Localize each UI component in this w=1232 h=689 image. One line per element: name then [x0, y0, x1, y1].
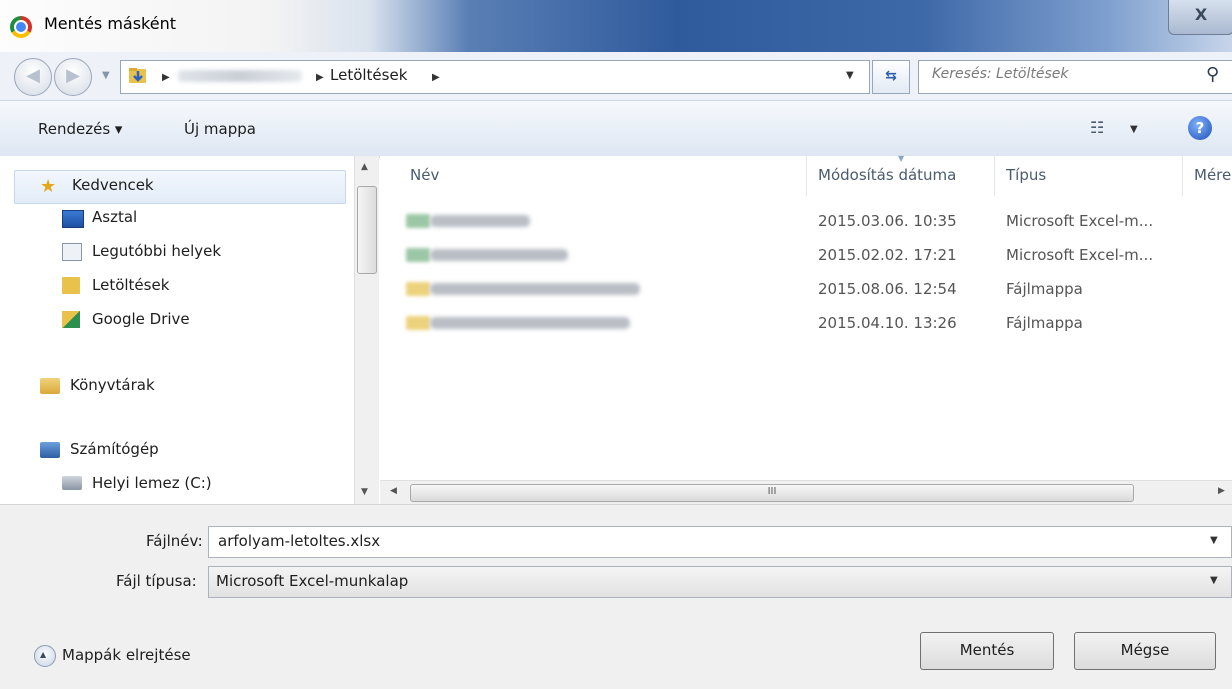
address-dropdown-icon[interactable]: ▼: [846, 70, 854, 81]
favorites-header-row[interactable]: [14, 170, 346, 204]
scroll-right-icon[interactable]: ▶: [1218, 486, 1225, 496]
horizontal-scrollbar-thumb[interactable]: III: [410, 484, 1134, 502]
hide-folders-button[interactable]: Mappák elrejtése: [62, 646, 191, 664]
file-type: Fájlmappa: [1006, 280, 1083, 298]
star-icon: ★: [40, 176, 57, 197]
sort-indicator-icon: ▼: [898, 154, 905, 163]
new-folder-button[interactable]: Új mappa: [184, 120, 256, 138]
filename-label: Fájlnév:: [146, 532, 203, 550]
view-options-icon[interactable]: ☷: [1090, 118, 1104, 137]
save-button[interactable]: Mentés: [920, 632, 1054, 670]
title-bar: [0, 0, 1232, 52]
table-row[interactable]: 2015.04.10. 13:26 Fájlmappa: [400, 310, 1190, 336]
file-type: Microsoft Excel-m...: [1006, 212, 1154, 230]
column-divider[interactable]: [1182, 156, 1183, 196]
file-date: 2015.02.02. 17:21: [818, 246, 957, 264]
back-arrow-icon: ◀: [26, 65, 40, 86]
column-header-name[interactable]: Név: [410, 166, 439, 184]
column-header-date[interactable]: Módosítás dátuma: [818, 166, 956, 184]
file-name-blurred: [430, 249, 568, 261]
scroll-up-icon[interactable]: ▲: [361, 162, 368, 172]
chevron-up-icon: ▲: [40, 650, 47, 659]
file-type: Microsoft Excel-m...: [1006, 246, 1154, 264]
help-icon[interactable]: ?: [1188, 116, 1212, 140]
recent-places-icon: [62, 243, 82, 261]
refresh-icon: ⇆: [885, 68, 897, 84]
libraries-icon: [40, 378, 60, 394]
breadcrumb-arrow-icon[interactable]: ▶: [162, 72, 170, 83]
folder-icon: [406, 316, 430, 330]
chrome-icon: [10, 16, 32, 38]
desktop-icon: [62, 210, 84, 228]
file-date: 2015.04.10. 13:26: [818, 314, 957, 332]
search-icon[interactable]: ⚲: [1206, 64, 1219, 85]
column-divider[interactable]: [806, 156, 807, 196]
column-divider[interactable]: [994, 156, 995, 196]
downloads-folder-icon: [62, 277, 80, 294]
excel-file-icon: [406, 214, 430, 228]
table-row[interactable]: 2015.03.06. 10:35 Microsoft Excel-m...: [400, 208, 1190, 234]
file-date: 2015.03.06. 10:35: [818, 212, 957, 230]
view-dropdown-icon[interactable]: ▼: [1130, 124, 1138, 135]
forward-button[interactable]: ▶: [54, 58, 92, 96]
search-placeholder: Keresés: Letöltések: [932, 66, 1069, 82]
filename-value[interactable]: arfolyam-letoltes.xlsx: [218, 532, 380, 550]
column-header-type[interactable]: Típus: [1006, 166, 1046, 184]
file-type: Fájlmappa: [1006, 314, 1083, 332]
file-name-blurred: [430, 215, 530, 227]
breadcrumb-arrow-icon[interactable]: ▶: [316, 72, 324, 83]
window-title: Mentés másként: [44, 14, 177, 33]
cancel-button[interactable]: Mégse: [1074, 632, 1216, 670]
nav-item-desktop[interactable]: Asztal: [92, 208, 137, 226]
table-row[interactable]: 2015.02.02. 17:21 Microsoft Excel-m...: [400, 242, 1190, 268]
nav-item-favorites[interactable]: Kedvencek: [72, 176, 154, 194]
breadcrumb-user-blurred[interactable]: [178, 70, 302, 82]
nav-item-computer[interactable]: Számítógép: [70, 440, 159, 458]
nav-item-libraries[interactable]: Könyvtárak: [70, 376, 155, 394]
scroll-down-icon[interactable]: ▼: [361, 487, 368, 497]
nav-item-google-drive[interactable]: Google Drive: [92, 310, 190, 328]
hard-drive-icon: [62, 476, 82, 490]
file-name-blurred: [430, 317, 630, 329]
nav-item-local-disk[interactable]: Helyi lemez (C:): [92, 474, 212, 492]
table-row[interactable]: 2015.08.06. 12:54 Fájlmappa: [400, 276, 1190, 302]
refresh-button[interactable]: ⇆: [872, 60, 910, 94]
back-button[interactable]: ◀: [14, 58, 52, 96]
breadcrumb-arrow-icon[interactable]: ▶: [432, 72, 440, 83]
downloads-folder-icon: [129, 68, 146, 83]
filetype-value[interactable]: Microsoft Excel-munkalap: [216, 572, 408, 590]
column-header-size[interactable]: Mére: [1194, 166, 1232, 184]
breadcrumb-current[interactable]: Letöltések: [330, 66, 407, 84]
filetype-dropdown-icon[interactable]: ▼: [1210, 575, 1218, 586]
filetype-label: Fájl típusa:: [116, 572, 197, 590]
nav-scrollbar-thumb[interactable]: [357, 186, 377, 274]
filename-dropdown-icon[interactable]: ▼: [1210, 535, 1218, 546]
close-button[interactable]: X: [1168, 0, 1232, 35]
computer-icon: [40, 442, 60, 458]
file-date: 2015.08.06. 12:54: [818, 280, 957, 298]
forward-arrow-icon: ▶: [66, 65, 80, 86]
nav-item-recent-places[interactable]: Legutóbbi helyek: [92, 242, 221, 260]
google-drive-icon: [62, 311, 80, 328]
file-name-blurred: [430, 283, 640, 295]
recent-pages-dropdown-icon[interactable]: ▼: [102, 70, 110, 81]
nav-item-downloads[interactable]: Letöltések: [92, 276, 169, 294]
folder-icon: [406, 282, 430, 296]
organize-button[interactable]: Rendezés ▾: [38, 120, 122, 138]
scroll-left-icon[interactable]: ◀: [390, 486, 397, 496]
excel-file-icon: [406, 248, 430, 262]
